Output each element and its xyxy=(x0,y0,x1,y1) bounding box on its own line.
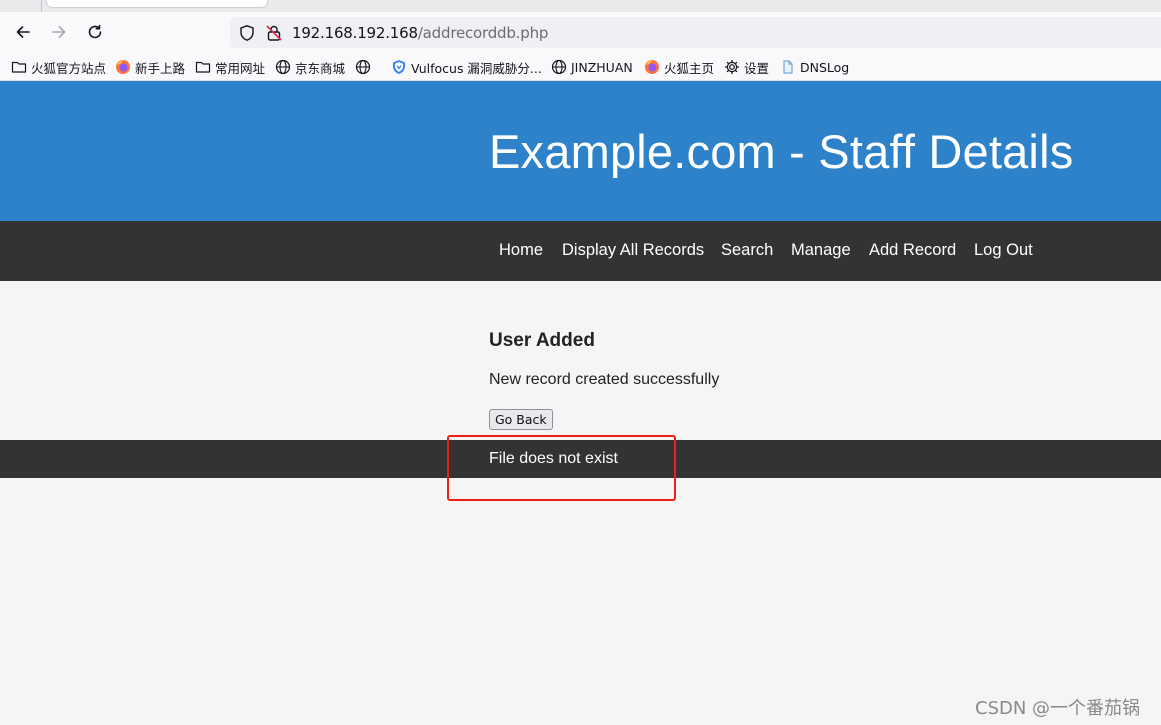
gear-icon xyxy=(724,59,740,75)
bookmark-label: 新手上路 xyxy=(135,60,186,76)
reload-icon xyxy=(88,24,102,39)
firefox-icon xyxy=(116,60,130,74)
bookmark-item[interactable]: Vulfocus 漏洞威胁分... xyxy=(391,58,542,76)
bookmark-label: 设置 xyxy=(744,60,770,76)
bookmark-label: DNSLog xyxy=(800,59,850,75)
bookmark-label: 火狐官方站点 xyxy=(31,60,107,76)
go-back-button[interactable]: Go Back xyxy=(489,409,553,430)
tab-strip xyxy=(0,0,1161,12)
arrow-left-icon xyxy=(16,26,30,38)
nav-search-link[interactable]: Search xyxy=(721,241,773,260)
back-button[interactable] xyxy=(12,21,34,43)
bookmark-item[interactable]: 常用网址 xyxy=(195,58,265,76)
bookmark-label: JINZHUAN xyxy=(571,59,633,75)
watermark-text: CSDN @一个番茄锅 xyxy=(975,698,1141,719)
reload-button[interactable] xyxy=(84,21,106,43)
active-tab[interactable] xyxy=(46,0,268,8)
success-message: New record created successfully xyxy=(489,371,720,388)
bookmarks-toolbar: 火狐官方站点 新手上路 常用网址 京东商城 Vulfocus 漏洞威胁分... … xyxy=(0,52,1161,81)
bookmark-item[interactable]: JINZHUAN xyxy=(551,58,633,76)
vulfocus-icon xyxy=(393,60,405,74)
dnslog-icon xyxy=(783,60,793,74)
url-text[interactable]: 192.168.192.168/addrecorddb.php xyxy=(292,24,548,42)
bookmark-label: 常用网址 xyxy=(215,60,266,76)
folder-icon xyxy=(195,61,211,73)
bookmark-item[interactable] xyxy=(355,58,375,76)
shield-icon[interactable] xyxy=(238,24,256,42)
browser-toolbar: 192.168.192.168/addrecorddb.php xyxy=(0,12,1161,52)
url-path: /addrecorddb.php xyxy=(417,24,549,42)
forward-button[interactable] xyxy=(48,21,70,43)
nav-display-all-records-link[interactable]: Display All Records xyxy=(562,241,704,260)
firefox-icon xyxy=(645,60,659,74)
site-title: Example.com - Staff Details xyxy=(489,125,1074,178)
red-highlight-box xyxy=(447,435,676,501)
bookmark-item[interactable]: 火狐官方站点 xyxy=(11,58,106,76)
site-nav: Home Display All Records Search Manage A… xyxy=(0,221,1161,281)
folder-icon xyxy=(11,61,27,73)
url-host: 192.168.192.168 xyxy=(292,24,418,42)
insecure-lock-icon[interactable] xyxy=(265,24,283,42)
bookmark-label: 火狐主页 xyxy=(664,60,715,76)
nav-manage-link[interactable]: Manage xyxy=(791,241,851,260)
content-heading: User Added xyxy=(489,330,595,351)
nav-add-record-link[interactable]: Add Record xyxy=(869,241,956,260)
globe-icon xyxy=(551,59,567,75)
bookmark-label: 京东商城 xyxy=(295,60,346,76)
bookmark-label: Vulfocus 漏洞威胁分... xyxy=(411,60,542,76)
globe-icon xyxy=(355,59,371,75)
bookmark-item[interactable]: 京东商城 xyxy=(275,58,345,76)
globe-icon xyxy=(275,59,291,75)
nav-home-link[interactable]: Home xyxy=(499,241,543,260)
site-header: Example.com - Staff Details xyxy=(0,81,1161,221)
bookmark-item[interactable]: 火狐主页 xyxy=(644,58,714,76)
nav-log-out-link[interactable]: Log Out xyxy=(974,241,1033,260)
bookmark-item[interactable]: 新手上路 xyxy=(115,58,185,76)
arrow-right-icon xyxy=(52,26,66,38)
bookmark-item[interactable]: DNSLog xyxy=(780,58,849,76)
url-bar[interactable]: 192.168.192.168/addrecorddb.php xyxy=(230,17,1161,48)
bookmark-item[interactable]: 设置 xyxy=(724,58,769,76)
tab-edge xyxy=(0,0,42,12)
